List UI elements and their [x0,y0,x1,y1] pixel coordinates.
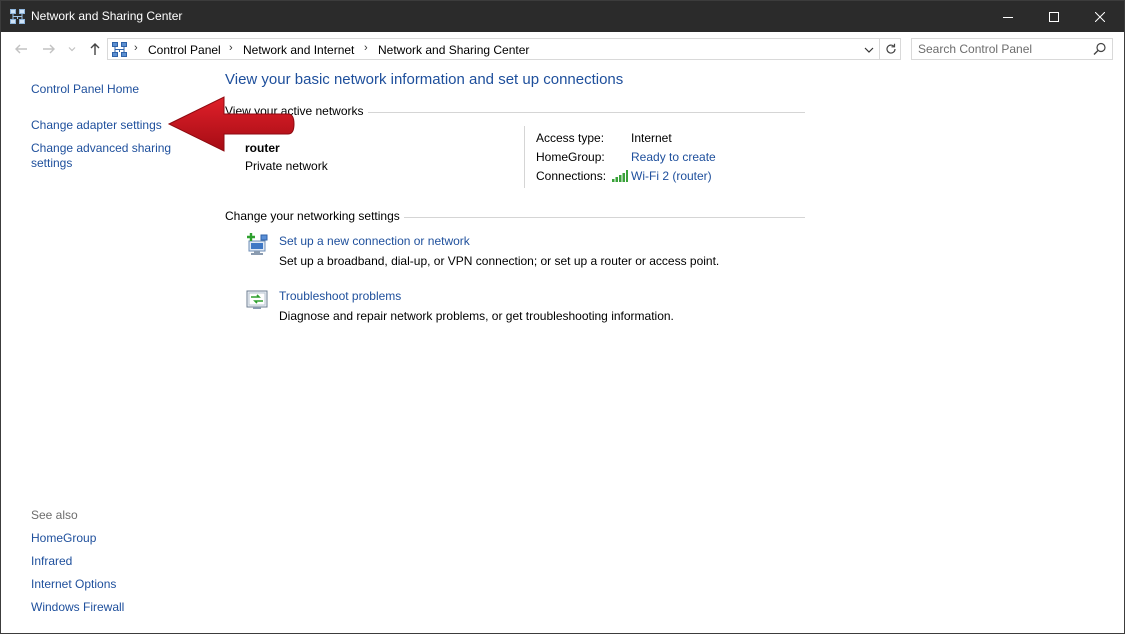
windows-firewall-link[interactable]: Windows Firewall [31,600,124,614]
breadcrumb-control-panel[interactable]: Control Panel [148,43,221,57]
up-arrow-icon[interactable] [87,41,103,57]
red-annotation-arrow-icon [167,96,295,152]
control-panel-icon [112,42,127,57]
network-category: Private network [245,159,328,173]
breadcrumb-separator-icon[interactable]: › [134,42,138,54]
networking-settings-heading: Change your networking settings [225,209,404,223]
see-also-heading: See also [31,508,78,522]
control-panel-home-link[interactable]: Control Panel Home [31,82,139,96]
wifi-signal-icon [612,170,628,182]
homegroup-link[interactable]: HomeGroup [31,531,96,545]
breadcrumb-separator-icon[interactable]: › [364,42,368,54]
setup-new-connection-description: Set up a broadband, dial-up, or VPN conn… [279,254,720,268]
search-input[interactable] [918,41,1088,57]
title-bar[interactable]: Network and Sharing Center [1,1,1124,32]
minimize-button[interactable] [985,1,1031,32]
search-icon[interactable] [1093,42,1107,56]
page-title: View your basic network information and … [225,71,624,88]
infrared-link[interactable]: Infrared [31,554,72,568]
refresh-button[interactable] [879,39,901,59]
access-type-value: Internet [631,131,672,145]
breadcrumb-network-and-sharing-center[interactable]: Network and Sharing Center [378,43,529,57]
close-icon [1095,11,1105,22]
vertical-divider [524,126,525,188]
recent-locations-chevron-icon[interactable] [67,44,77,54]
connections-label: Connections: [536,169,607,183]
breadcrumb-network-and-internet[interactable]: Network and Internet [243,43,354,57]
troubleshoot-problems-description: Diagnose and repair network problems, or… [279,309,674,323]
wifi-connection-link[interactable]: Wi-Fi 2 (router) [631,169,712,183]
troubleshoot-problems-link[interactable]: Troubleshoot problems [279,289,401,303]
new-connection-icon [247,233,268,255]
internet-options-link[interactable]: Internet Options [31,577,116,591]
homegroup-ready-link[interactable]: Ready to create [631,150,716,164]
back-arrow-icon[interactable] [13,41,29,57]
homegroup-label: HomeGroup: [536,150,605,164]
window-title: Network and Sharing Center [31,9,183,23]
search-box[interactable] [911,38,1113,60]
change-adapter-settings-link[interactable]: Change adapter settings [31,118,162,132]
address-dropdown-chevron-icon[interactable] [862,43,876,57]
breadcrumb-separator-icon[interactable]: › [229,42,233,54]
maximize-icon [1049,11,1059,22]
troubleshoot-icon [246,290,268,309]
navigation-bar: › Control Panel › Network and Internet ›… [1,32,1124,66]
address-bar[interactable]: › Control Panel › Network and Internet ›… [107,38,901,60]
change-advanced-sharing-settings-link[interactable]: Change advanced sharing settings [31,141,181,171]
close-button[interactable] [1077,1,1123,32]
access-type-label: Access type: [536,131,605,145]
refresh-icon [885,43,896,54]
window: Network and Sharing Center › Control Pan… [0,0,1125,634]
setup-new-connection-link[interactable]: Set up a new connection or network [279,234,470,248]
forward-arrow-icon[interactable] [41,41,57,57]
minimize-icon [1003,16,1013,18]
network-center-icon [10,9,25,24]
maximize-button[interactable] [1031,1,1077,32]
